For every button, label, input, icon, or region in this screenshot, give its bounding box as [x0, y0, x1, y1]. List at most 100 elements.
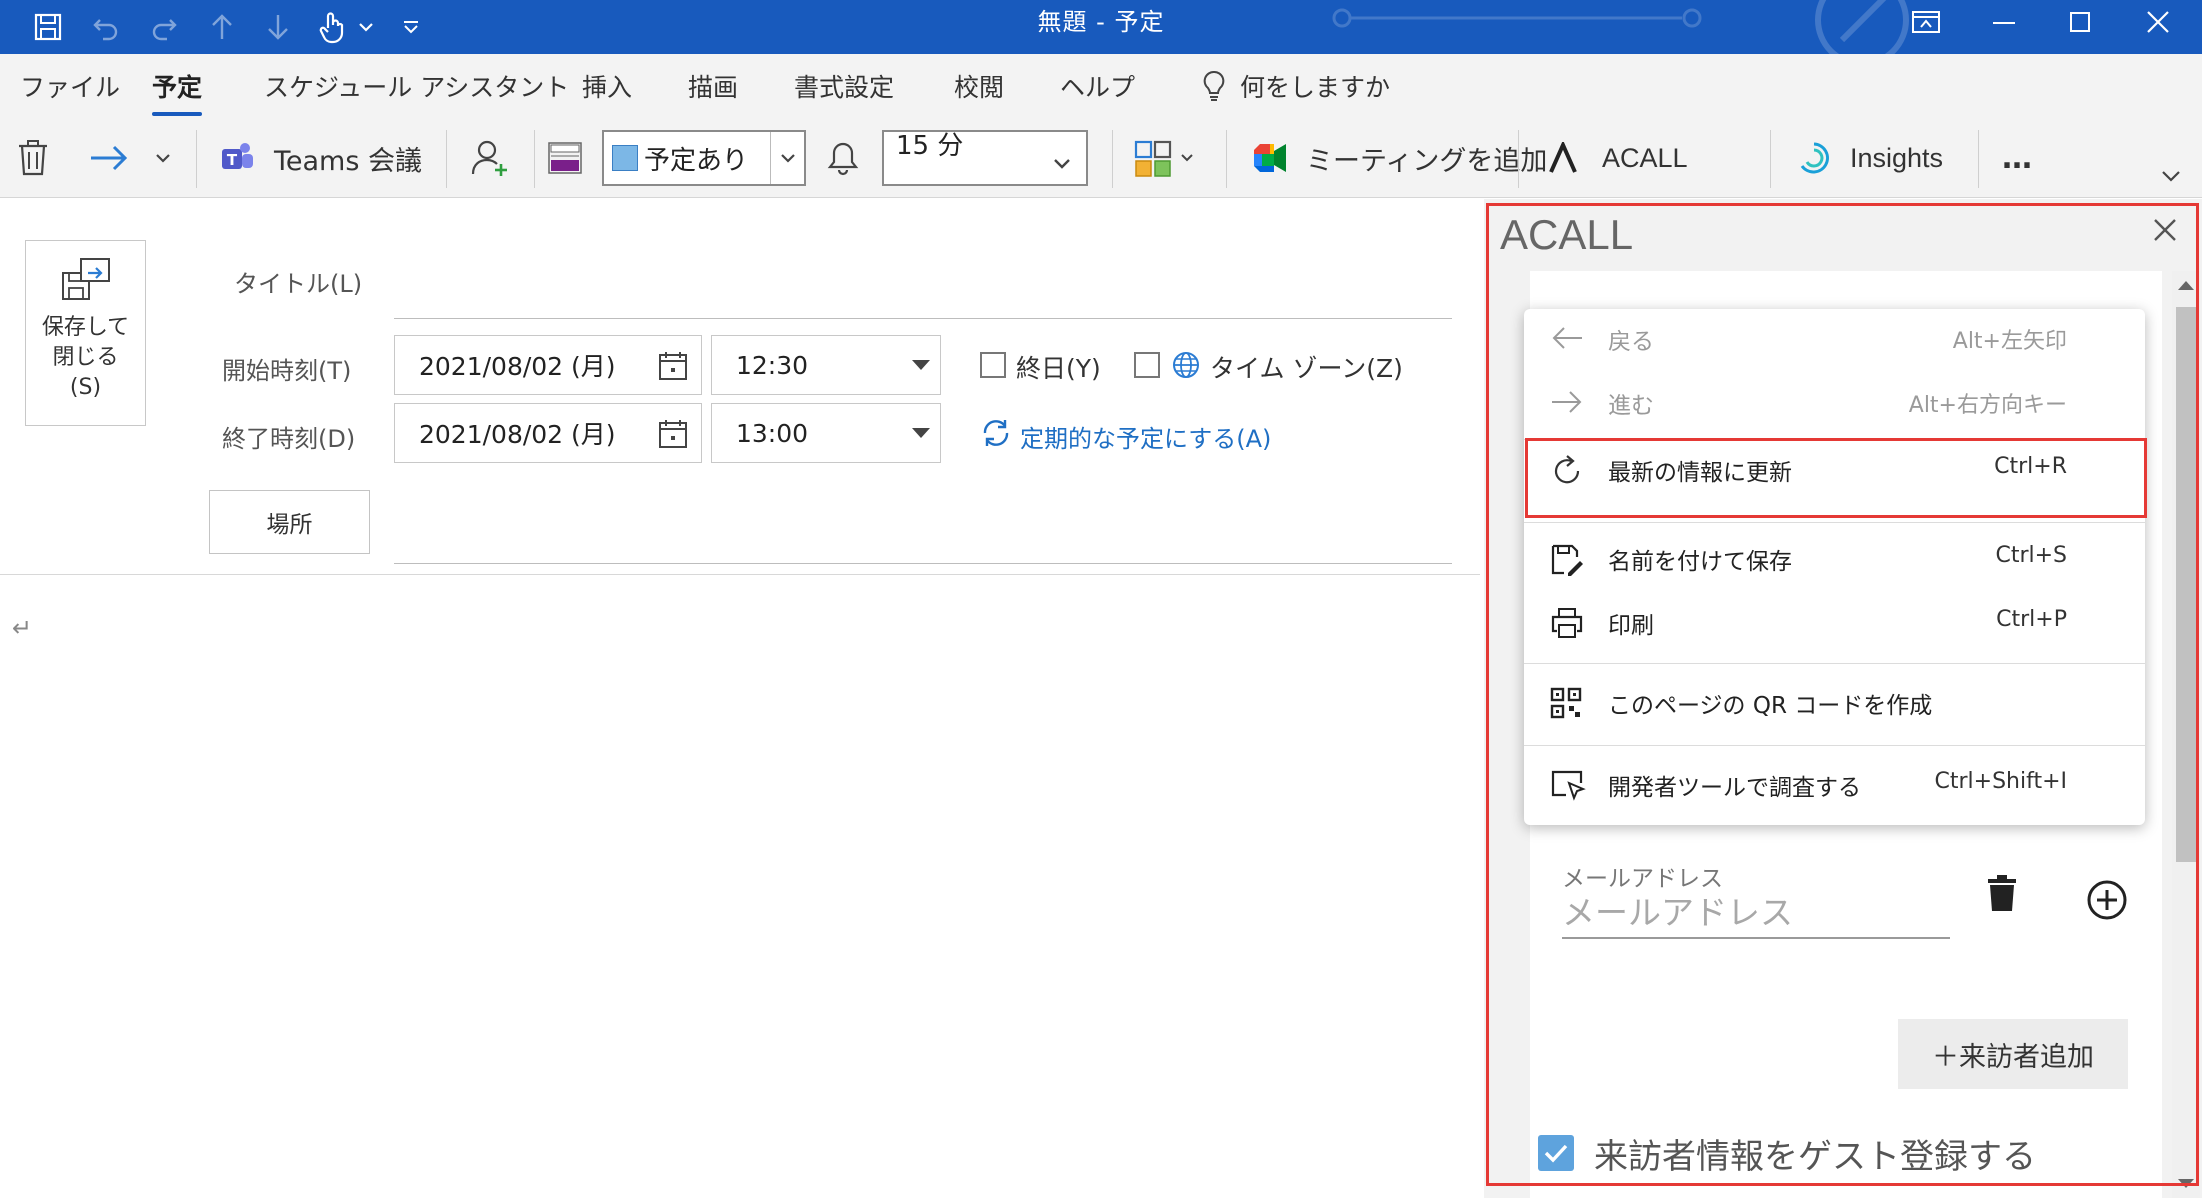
panel-scrollbar[interactable] — [2172, 271, 2200, 1198]
add-meeting-button[interactable]: ミーティングを追加 — [1252, 128, 1547, 188]
collapse-ribbon-icon[interactable] — [2160, 164, 2182, 188]
checkmark-icon — [1544, 1144, 1568, 1163]
teams-meeting-button[interactable]: T Teams 会議 — [220, 128, 422, 188]
busy-color-swatch — [612, 145, 638, 171]
context-menu: 戻る Alt+左矢印 進む Alt+右方向キー 最新の情報に更新 Ctrl+R … — [1524, 309, 2145, 825]
insights-label: Insights — [1850, 142, 1944, 173]
save-and-close-button[interactable]: 保存して 閉じる (S) — [25, 240, 146, 426]
menu-item-qr-code[interactable]: このページの QR コードを作成 — [1524, 673, 2145, 733]
divider — [1978, 130, 1979, 188]
chevron-down-icon[interactable] — [770, 132, 804, 184]
google-meet-icon — [1254, 144, 1286, 172]
appointment-form: 保存して 閉じる (S) タイトル(L) 開始時刻(T) 2021/08/02 … — [0, 199, 1480, 1198]
teams-meeting-label: Teams 会議 — [274, 145, 423, 177]
start-time-value: 12:30 — [736, 350, 809, 380]
all-day-checkbox[interactable] — [980, 352, 1006, 378]
forward-dropdown[interactable] — [154, 128, 172, 188]
acall-button[interactable]: ACALL — [1548, 128, 1688, 188]
minimize-icon[interactable] — [1972, 0, 2036, 44]
divider — [1112, 130, 1113, 188]
categorize-button[interactable] — [1134, 128, 1194, 188]
divider — [1226, 130, 1227, 188]
divider — [534, 130, 535, 188]
calendar-icon[interactable] — [657, 350, 689, 382]
menu-item-label: 印刷 — [1608, 613, 1654, 639]
save-close-label: 保存して — [41, 315, 130, 340]
end-date-input[interactable]: 2021/08/02 (月) — [394, 403, 702, 463]
maximize-icon[interactable] — [2048, 0, 2112, 44]
panel-title: ACALL — [1500, 211, 1634, 258]
tab-draw[interactable]: 描画 — [688, 68, 738, 104]
end-time-value: 13:00 — [736, 418, 809, 448]
menu-item-inspect[interactable]: 開発者ツールで調査する Ctrl+Shift+I — [1524, 755, 2145, 815]
invite-attendees-button[interactable] — [470, 128, 510, 188]
menu-item-shortcut: Alt+左矢印 — [1952, 329, 2067, 354]
trash-icon[interactable] — [1987, 875, 2017, 913]
menu-item-forward[interactable]: 進む Alt+右方向キー — [1524, 373, 2145, 433]
scroll-down-icon[interactable] — [2178, 1179, 2194, 1188]
more-options-button[interactable]: … — [2002, 128, 2034, 188]
make-recurring-link[interactable]: 定期的な予定にする(A) — [1020, 419, 1271, 454]
divider — [196, 130, 197, 188]
start-time-select[interactable]: 12:30 — [711, 335, 941, 395]
email-field[interactable] — [1562, 887, 1950, 939]
close-icon[interactable] — [2150, 215, 2180, 245]
guest-register-label: 来訪者情報をゲスト登録する — [1594, 1137, 2036, 1177]
tab-insert[interactable]: 挿入 — [582, 68, 632, 104]
end-time-select[interactable]: 13:00 — [711, 403, 941, 463]
delete-button[interactable] — [16, 128, 50, 188]
show-as-value: 予定あり — [644, 145, 749, 176]
calendar-icon[interactable] — [657, 418, 689, 450]
add-meeting-label: ミーティングを追加 — [1306, 145, 1548, 177]
scroll-thumb[interactable] — [2176, 307, 2196, 862]
show-as-icon — [548, 128, 582, 188]
tab-format-text[interactable]: 書式設定 — [794, 68, 894, 104]
globe-icon — [1173, 352, 1199, 378]
divider — [1770, 130, 1771, 188]
tab-file[interactable]: ファイル — [20, 68, 120, 104]
chevron-down-icon[interactable] — [912, 360, 930, 370]
menu-item-refresh[interactable]: 最新の情報に更新 Ctrl+R — [1524, 440, 2145, 500]
title-bar: 無題 - 予定 — [0, 0, 2202, 54]
show-as-select[interactable]: 予定あり — [602, 130, 806, 186]
insights-button[interactable]: Insights — [1796, 128, 1943, 188]
tab-scheduling-assistant[interactable]: スケジュール アシスタント — [264, 68, 569, 104]
location-button[interactable]: 場所 — [209, 490, 370, 554]
save-close-icon — [61, 258, 110, 300]
title-input[interactable] — [394, 318, 1452, 319]
ribbon-display-options-icon[interactable] — [1894, 0, 1958, 44]
forward-button[interactable] — [88, 128, 130, 188]
chevron-down-icon[interactable] — [912, 428, 930, 438]
start-date-input[interactable]: 2021/08/02 (月) — [394, 335, 702, 395]
arrow-right-icon — [1552, 391, 1582, 413]
menu-item-shortcut: Alt+右方向キー — [1908, 393, 2067, 418]
add-visitor-button[interactable]: ＋来訪者追加 — [1898, 1019, 2128, 1089]
tell-me-label: 何をしますか — [1240, 73, 1391, 102]
save-close-label: (S) — [69, 375, 102, 400]
chevron-down-icon[interactable] — [1052, 148, 1072, 178]
menu-item-back[interactable]: 戻る Alt+左矢印 — [1524, 309, 2145, 369]
close-icon[interactable] — [2126, 0, 2190, 44]
divider — [1518, 130, 1519, 188]
recurrence-icon — [983, 420, 1009, 446]
save-as-icon — [1551, 544, 1583, 576]
tab-review[interactable]: 校閲 — [954, 68, 1004, 104]
forward-arrow-icon — [91, 145, 128, 171]
tell-me-search[interactable]: 何をしますか — [1202, 68, 1390, 104]
body-editor[interactable]: ↵ — [12, 614, 32, 642]
categorize-icon — [1134, 140, 1172, 177]
menu-item-save-as[interactable]: 名前を付けて保存 Ctrl+S — [1524, 529, 2145, 589]
scroll-up-icon[interactable] — [2178, 281, 2194, 290]
menu-item-print[interactable]: 印刷 Ctrl+P — [1524, 593, 2145, 653]
tab-appointment[interactable]: 予定 — [152, 68, 203, 116]
guest-register-checkbox[interactable] — [1538, 1135, 1574, 1171]
location-input[interactable] — [394, 563, 1452, 564]
add-circle-icon[interactable] — [2086, 879, 2128, 921]
tab-help[interactable]: ヘルプ — [1060, 68, 1135, 104]
end-time-label: 終了時刻(D) — [222, 425, 356, 453]
ribbon-toolbar: T Teams 会議 予定あり 15 分 ミーティングを追加 ACALL Ins… — [0, 118, 2202, 198]
menu-item-shortcut: Ctrl+S — [1995, 543, 2067, 568]
time-zone-checkbox[interactable] — [1134, 352, 1160, 378]
reminder-select[interactable]: 15 分 — [882, 130, 1088, 186]
start-date-value: 2021/08/02 (月) — [419, 352, 616, 381]
